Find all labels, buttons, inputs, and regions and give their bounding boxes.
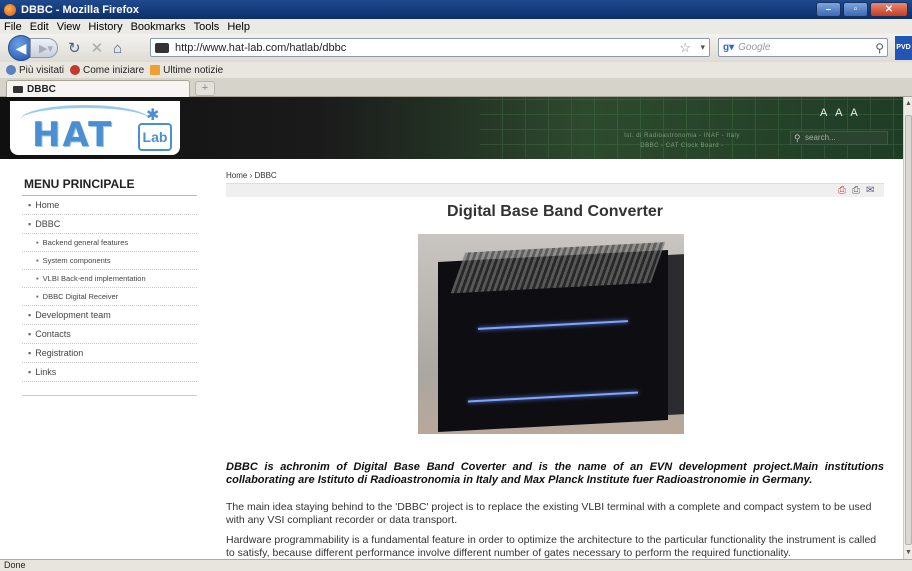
bookmark-label: Più visitati	[19, 64, 65, 76]
scrollbar-thumb[interactable]	[905, 115, 912, 545]
scroll-down-icon[interactable]: ▼	[905, 549, 912, 556]
search-icon[interactable]: ⚲	[875, 41, 884, 55]
header-tagline: Ist. di Radioastronomia - INAF - Italy D…	[624, 133, 740, 149]
main-menu: MENU PRINCIPALE Home DBBC Backend genera…	[22, 175, 197, 396]
url-dropdown-icon[interactable]: ▾	[700, 42, 705, 53]
dbbc-rack-photo	[418, 234, 684, 434]
page-title: Digital Base Band Converter	[446, 203, 664, 220]
site-search-input[interactable]: ⚲ search...	[790, 131, 888, 145]
bookmark-label: Come iniziare	[83, 64, 145, 76]
hatlab-logo[interactable]: HAT ✱ Lab	[10, 101, 180, 155]
menu-bar: File Edit View History Bookmarks Tools H…	[0, 19, 912, 34]
pvd-addon-button[interactable]: PVD	[895, 36, 912, 60]
bookmark-star-icon[interactable]: ☆	[679, 40, 691, 56]
menu-tools[interactable]: Tools	[194, 21, 220, 33]
menu-item-links[interactable]: Links	[22, 363, 197, 382]
bookmark-latest-news[interactable]: Ultime notizie	[150, 65, 223, 76]
google-icon[interactable]: g▾	[723, 42, 734, 53]
status-bar: Done	[0, 559, 912, 571]
rss-icon	[150, 65, 161, 75]
page-viewport: HAT ✱ Lab Ist. di Radioastronomia - INAF…	[0, 97, 903, 559]
firefox-icon	[4, 3, 16, 16]
stop-icon[interactable]: ✕	[91, 39, 104, 57]
home-icon[interactable]: ⌂	[113, 40, 122, 57]
article-tools: ⎙ ⎙ ✉	[226, 183, 884, 197]
bookmark-most-visited[interactable]: Più visitati	[6, 65, 64, 76]
minimize-button[interactable]: –	[816, 2, 841, 17]
navigation-toolbar: ◀ ▶▾ ↻ ✕ ⌂ http://www.hat-lab.com/hatlab…	[0, 34, 912, 62]
firefox-bookmark-icon	[70, 65, 81, 75]
reload-icon[interactable]: ↻	[68, 39, 81, 57]
bookmark-label: Ultime notizie	[163, 64, 224, 76]
breadcrumb[interactable]: Home › DBBC	[226, 171, 884, 183]
window-title: DBBC - Mozilla Firefox	[21, 3, 139, 16]
vertical-scrollbar[interactable]: ▲ ▼	[903, 97, 912, 559]
menu-edit[interactable]: Edit	[30, 21, 49, 33]
search-bar[interactable]: g▾ Google ⚲	[718, 38, 888, 57]
window-titlebar: DBBC - Mozilla Firefox – ▫ ✕	[0, 0, 912, 19]
menu-item-digital-receiver[interactable]: DBBC Digital Receiver	[22, 288, 197, 306]
url-text: http://www.hat-lab.com/hatlab/dbbc	[175, 41, 347, 54]
menu-item-backend-features[interactable]: Backend general features	[22, 234, 197, 252]
menu-item-system-components[interactable]: System components	[22, 252, 197, 270]
pdf-icon[interactable]: ⎙	[838, 185, 846, 196]
menu-file[interactable]: File	[4, 21, 22, 33]
menu-item-dbbc[interactable]: DBBC	[22, 215, 197, 234]
print-icon[interactable]: ⎙	[852, 185, 860, 196]
url-bar[interactable]: http://www.hat-lab.com/hatlab/dbbc ☆ ▾	[150, 38, 710, 57]
scroll-up-icon[interactable]: ▲	[905, 100, 912, 107]
site-favicon	[155, 42, 169, 53]
menu-item-development-team[interactable]: Development team	[22, 306, 197, 325]
tab-strip: DBBC +	[0, 78, 912, 97]
menu-item-home[interactable]: Home	[22, 196, 197, 215]
menu-view[interactable]: View	[57, 21, 81, 33]
site-header: HAT ✱ Lab Ist. di Radioastronomia - INAF…	[0, 97, 903, 159]
tab-dbbc[interactable]: DBBC	[6, 80, 190, 97]
font-size-controls[interactable]: A A A	[820, 107, 861, 119]
intro-paragraph: DBBC is achronim of Digital Base Band Co…	[226, 461, 884, 486]
new-tab-button[interactable]: +	[195, 81, 215, 96]
star-icon: ✱	[146, 107, 160, 124]
menu-item-contacts[interactable]: Contacts	[22, 325, 197, 344]
menu-item-registration[interactable]: Registration	[22, 344, 197, 363]
maximize-button[interactable]: ▫	[843, 2, 868, 17]
bookmarks-toolbar: Più visitati Come iniziare Ultime notizi…	[0, 62, 912, 78]
search-icon: ⚲	[794, 133, 801, 143]
body-paragraph: The main idea staying behind to the 'DBB…	[226, 501, 872, 526]
menu-history[interactable]: History	[88, 21, 122, 33]
menu-item-vlbi-backend[interactable]: VLBI Back-end implementation	[22, 270, 197, 288]
body-paragraph: Hardware programmability is a fundamenta…	[226, 534, 877, 559]
tab-label: DBBC	[27, 83, 56, 95]
article: Home › DBBC ⎙ ⎙ ✉ Digital Base Band Conv…	[226, 171, 884, 559]
forward-button[interactable]: ▶▾	[30, 38, 58, 58]
search-placeholder: Google	[738, 42, 771, 53]
most-visited-icon	[6, 65, 16, 75]
menu-bookmarks[interactable]: Bookmarks	[131, 21, 186, 33]
tab-favicon	[13, 85, 23, 93]
menu-title: MENU PRINCIPALE	[22, 175, 197, 196]
bookmark-getting-started[interactable]: Come iniziare	[70, 65, 144, 76]
email-icon[interactable]: ✉	[866, 185, 874, 196]
menu-help[interactable]: Help	[227, 21, 250, 33]
close-button[interactable]: ✕	[870, 2, 908, 17]
